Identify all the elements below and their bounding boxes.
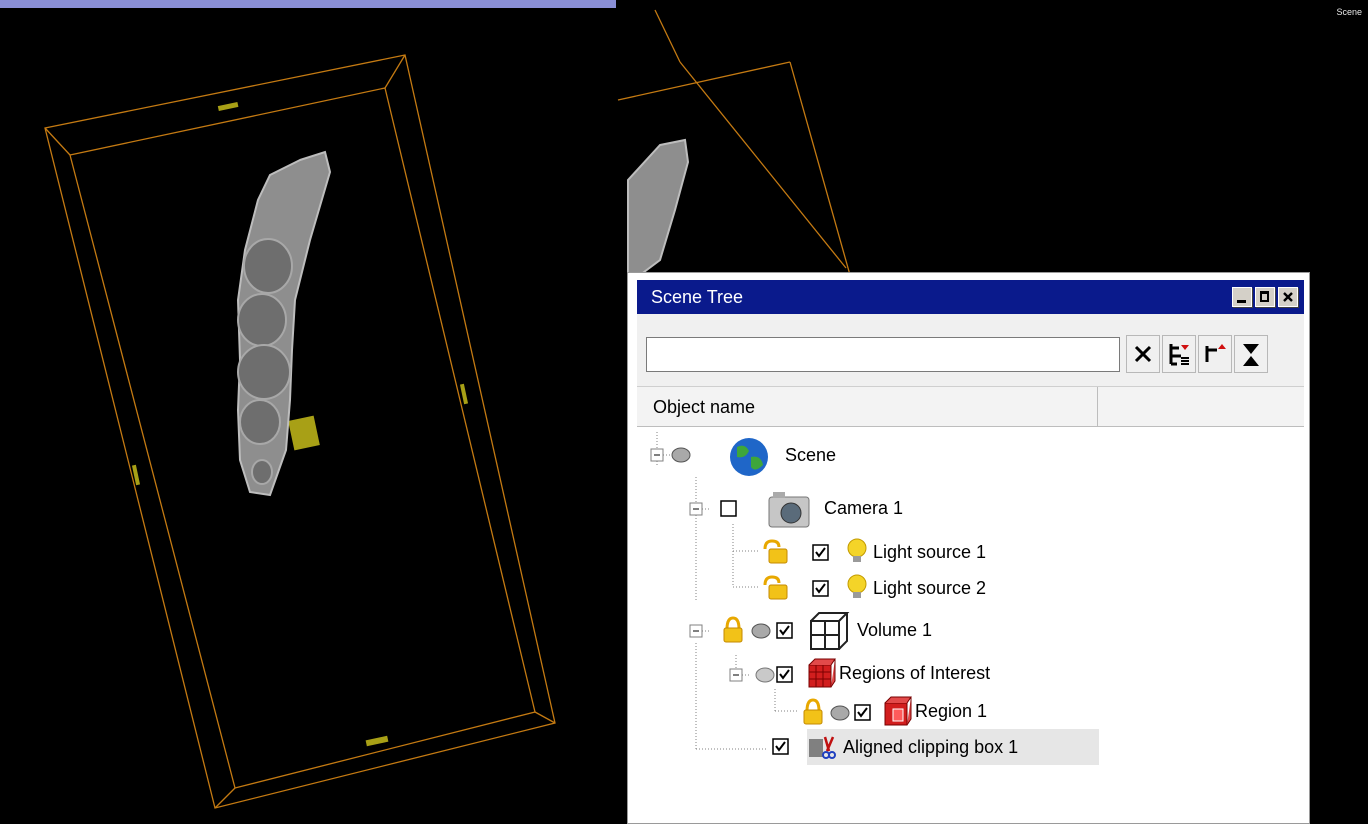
checkbox-checked[interactable] — [771, 737, 791, 757]
close-icon — [1283, 292, 1293, 302]
specimen-right — [627, 138, 690, 276]
scene-tree-panel: Scene Tree Object name Scene Camera 1 Li… — [627, 272, 1310, 824]
visibility-toggle-icon[interactable] — [751, 623, 771, 639]
column-separator[interactable] — [1097, 387, 1098, 427]
minimize-button[interactable] — [1232, 287, 1252, 307]
bulb-icon — [847, 574, 867, 598]
visibility-toggle-icon[interactable] — [755, 667, 775, 683]
minimize-icon — [1237, 300, 1246, 303]
lock-closed-icon[interactable] — [721, 615, 745, 645]
camera-icon — [768, 492, 810, 528]
tree-item-label: Volume 1 — [857, 620, 933, 640]
scene-tree-title: Scene Tree — [651, 287, 744, 307]
close-button[interactable] — [1278, 287, 1298, 307]
checkbox-checked[interactable] — [853, 703, 873, 723]
tree-item-label: Light source 2 — [873, 578, 987, 598]
clipping-icon — [809, 736, 836, 759]
scene-tree-body: Scene Camera 1 Light source 1 Light sour… — [637, 427, 1304, 823]
visibility-toggle-icon[interactable] — [671, 447, 691, 463]
expand-all-button[interactable] — [1162, 335, 1196, 373]
lock-closed-icon[interactable] — [801, 697, 825, 727]
roi-cube-icon — [808, 658, 836, 688]
sort-icon — [1243, 344, 1259, 366]
search-input[interactable] — [646, 337, 1120, 372]
tree-item-label: Regions of Interest — [839, 663, 991, 683]
checkbox-unchecked[interactable] — [719, 499, 739, 519]
clear-search-button[interactable] — [1126, 335, 1160, 373]
bulb-icon — [847, 538, 867, 562]
volume-cube-icon — [810, 612, 850, 650]
globe-icon — [730, 438, 768, 476]
tree-item-label: Aligned clipping box 1 — [843, 737, 1019, 757]
tree-item-label: Region 1 — [915, 701, 988, 721]
checkbox-checked[interactable] — [775, 621, 795, 641]
collapse-tree-icon — [1205, 344, 1226, 362]
maximize-icon — [1260, 291, 1269, 302]
scene-tree-toolbar — [637, 314, 1304, 386]
visibility-toggle-icon[interactable] — [830, 705, 850, 721]
region-cube-icon — [884, 696, 912, 726]
scene-tree-titlebar[interactable]: Scene Tree — [637, 280, 1304, 314]
checkbox-checked[interactable] — [811, 543, 831, 563]
collapse-all-button[interactable] — [1198, 335, 1232, 373]
tree-item-label: Camera 1 — [824, 498, 904, 518]
checkbox-checked[interactable] — [811, 579, 831, 599]
tree-item-label: Scene — [785, 445, 837, 465]
lock-open-icon[interactable] — [759, 575, 789, 601]
checkbox-checked[interactable] — [775, 665, 795, 685]
lock-open-icon[interactable] — [759, 539, 789, 565]
3d-viewport[interactable]: Scene Scene Tree Object name Scene Camer… — [0, 0, 1368, 824]
clear-x-icon — [1134, 345, 1152, 363]
tree-item-label: Light source 1 — [873, 542, 987, 562]
expand-tree-icon — [1169, 344, 1189, 366]
maximize-button[interactable] — [1255, 287, 1275, 307]
object-name-header[interactable]: Object name — [653, 397, 755, 418]
column-header-row: Object name — [637, 386, 1304, 427]
sort-button[interactable] — [1234, 335, 1268, 373]
